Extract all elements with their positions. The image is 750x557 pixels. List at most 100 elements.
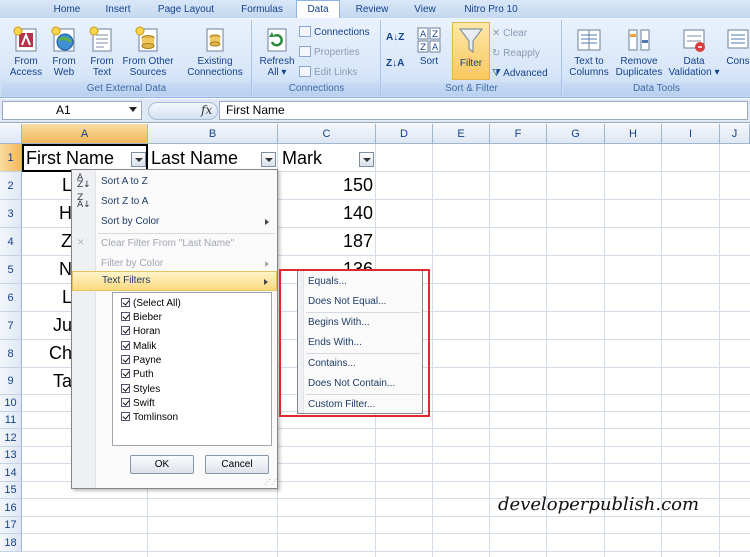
checkbox-checked-icon[interactable] (121, 369, 130, 378)
refresh-all-button[interactable]: Refresh All ▾ (257, 26, 297, 78)
connections-button[interactable]: Connections (299, 26, 370, 39)
name-box[interactable]: A1 (2, 101, 142, 120)
tab-view[interactable]: View (402, 2, 448, 18)
menu-sort-a-to-z[interactable]: A Z↓ Sort A to Z (72, 172, 277, 192)
row-header-11[interactable]: 11 (0, 412, 22, 429)
cell-a5[interactable]: N (22, 256, 72, 283)
edit-links-button[interactable]: Edit Links (299, 66, 357, 79)
submenu-does-not-equal[interactable]: Does Not Equal... (308, 296, 386, 307)
row-header-18[interactable]: 18 (0, 534, 22, 552)
cell-a4[interactable]: Z (22, 228, 72, 255)
formula-input[interactable]: First Name (219, 101, 748, 120)
from-other-sources-button[interactable]: From Other Sources (118, 26, 178, 78)
cell-a9[interactable]: Ta (22, 368, 72, 395)
column-header-g[interactable]: G (547, 124, 605, 144)
checkbox-checked-icon[interactable] (121, 298, 130, 307)
filter-value-item[interactable]: Horan (121, 325, 160, 339)
filter-value-item[interactable]: Swift (121, 397, 155, 411)
row-header-14[interactable]: 14 (0, 464, 22, 482)
filter-dropdown-button-b[interactable] (261, 152, 276, 167)
remove-duplicates-button[interactable]: Remove Duplicates (613, 26, 665, 78)
tab-review[interactable]: Review (342, 2, 402, 18)
submenu-does-not-contain[interactable]: Does Not Contain... (308, 378, 395, 389)
cell-b1[interactable]: Last Name (151, 145, 261, 171)
checkbox-checked-icon[interactable] (121, 384, 130, 393)
checkbox-checked-icon[interactable] (121, 341, 130, 350)
checkbox-checked-icon[interactable] (121, 355, 130, 364)
menu-text-filters[interactable]: Text Filters (72, 271, 277, 291)
sort-button[interactable]: AZZA Sort (412, 26, 446, 67)
filter-value-item[interactable]: Bieber (121, 311, 162, 325)
advanced-button[interactable]: ⧩ Advanced (492, 68, 548, 80)
filter-dropdown-button-a[interactable] (131, 152, 146, 167)
cancel-button[interactable]: Cancel (205, 455, 269, 474)
tab-formulas[interactable]: Formulas (230, 2, 294, 18)
checkbox-checked-icon[interactable] (121, 326, 130, 335)
column-header-j[interactable]: J (720, 124, 750, 144)
row-header-7[interactable]: 7 (0, 312, 22, 340)
filter-value-item[interactable]: Styles (121, 383, 160, 397)
column-header-i[interactable]: I (662, 124, 720, 144)
row-header-5[interactable]: 5 (0, 256, 22, 284)
filter-value-item[interactable]: Puth (121, 368, 154, 382)
tab-data[interactable]: Data (296, 0, 340, 18)
properties-button[interactable]: Properties (299, 46, 360, 59)
row-header-4[interactable]: 4 (0, 228, 22, 256)
cell-a1[interactable]: First Name (26, 145, 130, 171)
checkbox-checked-icon[interactable] (121, 312, 130, 321)
column-header-a[interactable]: A (22, 124, 148, 144)
checkbox-checked-icon[interactable] (121, 398, 130, 407)
row-header-12[interactable]: 12 (0, 429, 22, 447)
column-header-f[interactable]: F (490, 124, 547, 144)
row-header-17[interactable]: 17 (0, 517, 22, 534)
existing-connections-button[interactable]: Existing Connections (182, 26, 248, 78)
submenu-begins-with[interactable]: Begins With... (308, 317, 370, 328)
row-header-1[interactable]: 1 (0, 144, 22, 172)
submenu-equals[interactable]: Equals... (308, 276, 347, 287)
filter-value-select-all[interactable]: (Select All) (121, 297, 181, 311)
tab-home[interactable]: Home (40, 2, 94, 18)
cell-a7[interactable]: Ju (22, 312, 72, 339)
cell-c4[interactable]: 187 (278, 228, 373, 255)
tab-nitro-pro[interactable]: Nitro Pro 10 (448, 2, 534, 18)
column-header-e[interactable]: E (433, 124, 490, 144)
column-header-h[interactable]: H (605, 124, 662, 144)
filter-value-item[interactable]: Tomlinson (121, 411, 178, 425)
filter-value-item[interactable]: Malik (121, 340, 156, 354)
sort-a-to-z-button[interactable]: A↓Z (386, 32, 404, 44)
consolidate-button[interactable]: Cons (723, 26, 750, 67)
row-header-15[interactable]: 15 (0, 482, 22, 499)
cell-a2[interactable]: L (22, 172, 72, 199)
from-access-button[interactable]: From Access (6, 26, 46, 78)
submenu-ends-with[interactable]: Ends With... (308, 337, 362, 348)
clear-filter-button[interactable]: ✕ Clear (492, 28, 527, 40)
menu-clear-filter[interactable]: ✕ Clear Filter From "Last Name" (72, 234, 277, 254)
reapply-button[interactable]: ↻ Reapply (492, 48, 540, 60)
cell-a8[interactable]: Ch (22, 340, 72, 367)
select-all-corner[interactable] (0, 124, 22, 144)
cell-a3[interactable]: H (22, 200, 72, 227)
sort-z-to-a-button[interactable]: Z↓A (386, 58, 404, 70)
row-header-6[interactable]: 6 (0, 284, 22, 312)
filter-button[interactable]: Filter (452, 26, 490, 69)
submenu-contains[interactable]: Contains... (308, 358, 356, 369)
row-header-13[interactable]: 13 (0, 447, 22, 464)
menu-sort-z-to-a[interactable]: Z A↓ Sort Z to A (72, 192, 277, 212)
submenu-custom-filter[interactable]: Custom Filter... (308, 399, 375, 410)
tab-insert[interactable]: Insert (94, 2, 142, 18)
from-web-button[interactable]: From Web (44, 26, 84, 78)
row-header-9[interactable]: 9 (0, 368, 22, 395)
from-text-button[interactable]: From Text (82, 26, 122, 78)
row-header-8[interactable]: 8 (0, 340, 22, 368)
resize-grip-icon[interactable]: ⋰⋰ (264, 478, 278, 486)
filter-values-list[interactable]: (Select All) Bieber Horan Malik Payne Pu… (112, 292, 272, 446)
ok-button[interactable]: OK (130, 455, 194, 474)
cell-c3[interactable]: 140 (278, 200, 373, 227)
row-header-10[interactable]: 10 (0, 395, 22, 412)
row-header-3[interactable]: 3 (0, 200, 22, 228)
filter-dropdown-button-c[interactable] (359, 152, 374, 167)
filter-value-item[interactable]: Payne (121, 354, 161, 368)
row-header-16[interactable]: 16 (0, 499, 22, 517)
cell-c1[interactable]: Mark (282, 145, 358, 171)
column-header-c[interactable]: C (278, 124, 376, 144)
